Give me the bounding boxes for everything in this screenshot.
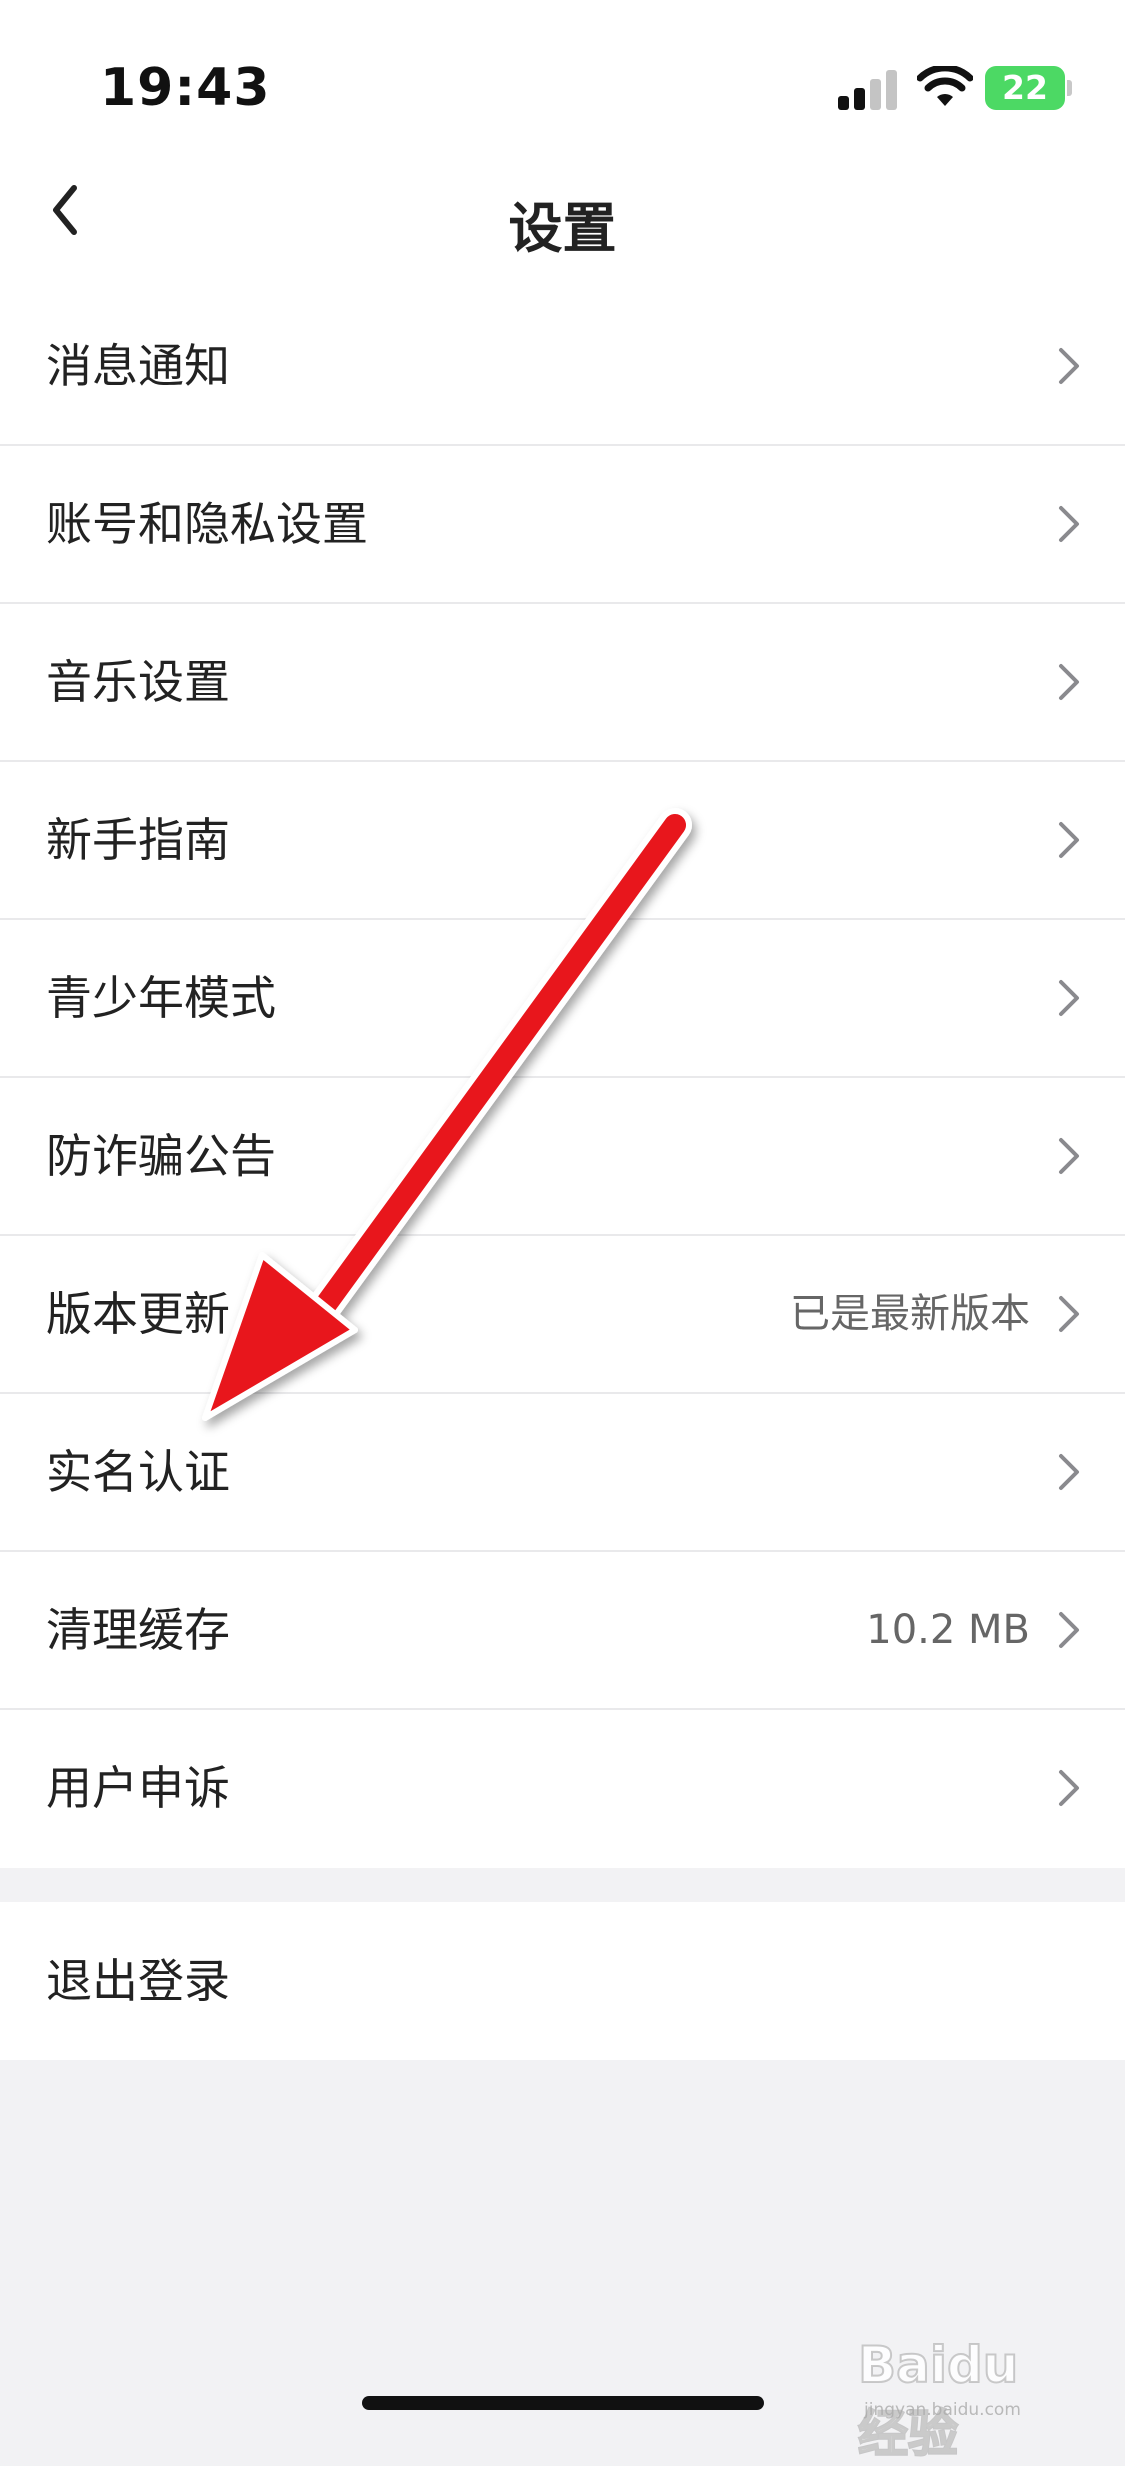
- menu-item-label: 清理缓存: [46, 1603, 230, 1657]
- menu-item-teen-mode[interactable]: 青少年模式: [0, 920, 1125, 1078]
- battery-icon: 22: [985, 66, 1065, 110]
- logout-button[interactable]: 退出登录: [0, 1902, 1125, 2060]
- chevron-right-icon: [1059, 1296, 1079, 1332]
- menu-item-label: 账号和隐私设置: [46, 497, 368, 551]
- menu-item-label: 用户申诉: [46, 1761, 230, 1815]
- menu-item-version-update[interactable]: 版本更新 已是最新版本: [0, 1236, 1125, 1394]
- chevron-right-icon: [1059, 348, 1079, 384]
- chevron-right-icon: [1059, 1612, 1079, 1648]
- menu-item-message-notification[interactable]: 消息通知: [0, 288, 1125, 446]
- chevron-right-icon: [1059, 1138, 1079, 1174]
- watermark-logo: Baidu经验 jingyan.baidu.com: [857, 2300, 1068, 2464]
- menu-item-real-name-verification[interactable]: 实名认证: [0, 1394, 1125, 1552]
- version-status-value: 已是最新版本: [790, 1291, 1030, 1337]
- menu-item-anti-fraud-notice[interactable]: 防诈骗公告: [0, 1078, 1125, 1236]
- wifi-icon: [917, 66, 973, 106]
- menu-item-music-settings[interactable]: 音乐设置: [0, 604, 1125, 762]
- watermark-subtext: jingyan.baidu.com: [864, 2400, 1021, 2420]
- chevron-right-icon: [1059, 822, 1079, 858]
- menu-item-user-appeal[interactable]: 用户申诉: [0, 1710, 1125, 1868]
- chevron-right-icon: [1059, 506, 1079, 542]
- chevron-right-icon: [1059, 1770, 1079, 1806]
- menu-item-label: 消息通知: [46, 339, 230, 393]
- home-indicator[interactable]: [362, 2396, 764, 2410]
- chevron-right-icon: [1059, 980, 1079, 1016]
- chevron-right-icon: [1059, 664, 1079, 700]
- menu-item-beginner-guide[interactable]: 新手指南: [0, 762, 1125, 920]
- menu-item-label: 青少年模式: [46, 971, 276, 1025]
- logout-label: 退出登录: [46, 1954, 230, 2008]
- battery-level: 22: [1002, 68, 1048, 107]
- cache-size-value: 10.2 MB: [866, 1607, 1030, 1653]
- cellular-signal-icon: [838, 68, 900, 110]
- navigation-bar: 设置: [0, 150, 1125, 288]
- battery-nub: [1067, 80, 1072, 96]
- status-time: 19:43: [100, 58, 271, 118]
- page-title: 设置: [508, 197, 617, 260]
- menu-item-label: 版本更新: [46, 1287, 230, 1341]
- menu-item-account-privacy[interactable]: 账号和隐私设置: [0, 446, 1125, 604]
- menu-item-label: 音乐设置: [46, 655, 230, 709]
- menu-item-clear-cache[interactable]: 清理缓存 10.2 MB: [0, 1552, 1125, 1710]
- settings-list: 消息通知 账号和隐私设置 音乐设置 新手指南 青少年模式 防诈骗公告 版本更新 …: [0, 288, 1125, 1868]
- menu-item-label: 防诈骗公告: [46, 1129, 276, 1183]
- menu-item-label: 实名认证: [46, 1445, 230, 1499]
- chevron-right-icon: [1059, 1454, 1079, 1490]
- menu-item-label: 新手指南: [46, 813, 230, 867]
